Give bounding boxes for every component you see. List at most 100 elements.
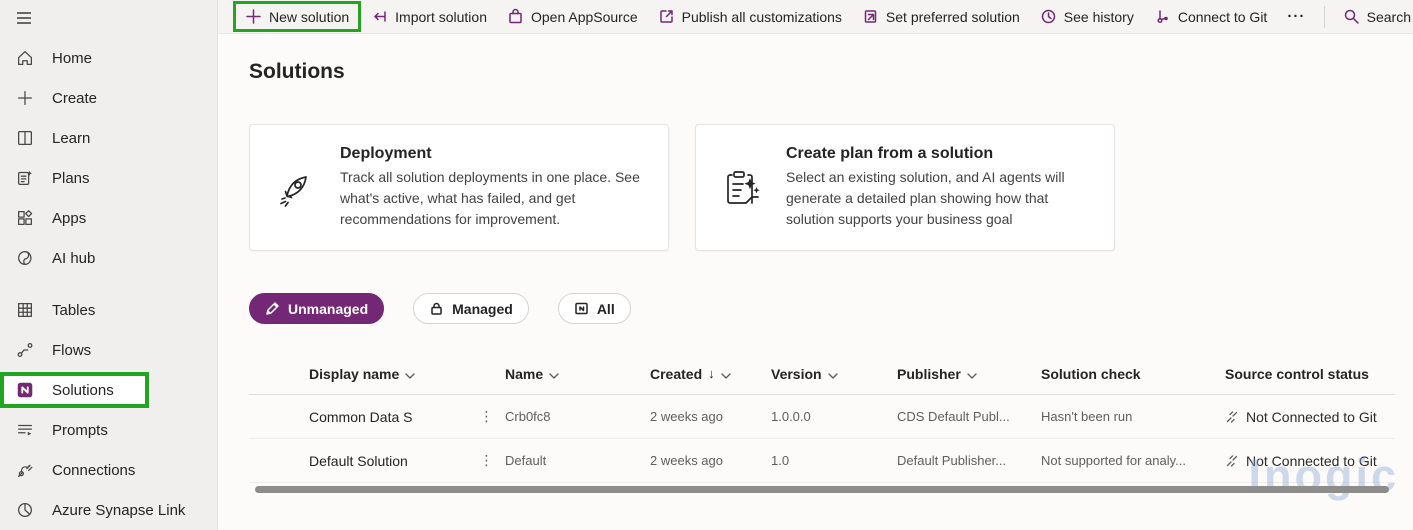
cell-source-control-status: Not Connected to Git — [1225, 409, 1395, 425]
main-content: Solutions Deployment Track all solution … — [218, 34, 1413, 530]
table-row[interactable]: Common Data S ⋮ Crb0fc8 2 weeks ago 1.0.… — [249, 395, 1395, 439]
sidebar-item-label: Plans — [52, 169, 90, 187]
card-title: Deployment — [340, 145, 432, 162]
filter-all[interactable]: All — [557, 293, 631, 324]
page-title: Solutions — [249, 60, 345, 83]
cell-version: 1.0.0.0 — [771, 409, 811, 424]
cell-name: Crb0fc8 — [505, 409, 551, 424]
filter-managed[interactable]: Managed — [413, 293, 529, 324]
sidebar-nav: Home Create Learn Plans Apps AI hub Tabl… — [0, 36, 217, 530]
connect-to-git-button[interactable]: Connect to Git — [1144, 3, 1278, 31]
sidebar-item-flows[interactable]: Flows — [0, 330, 217, 370]
card-title: Create plan from a solution — [786, 145, 994, 162]
sidebar-item-label: Flows — [52, 341, 92, 359]
column-header-name[interactable]: Name — [505, 366, 650, 382]
deployment-card[interactable]: Deployment Track all solution deployment… — [249, 124, 669, 251]
solutions-icon — [14, 379, 36, 401]
filter-unmanaged[interactable]: Unmanaged — [249, 293, 385, 324]
rocket-icon — [272, 166, 318, 210]
column-label: Created — [650, 365, 703, 382]
all-solutions-icon — [575, 302, 588, 315]
left-navigation: Home Create Learn Plans Apps AI hub Tabl… — [0, 0, 218, 530]
home-icon — [14, 47, 36, 69]
cell-solution-check: Not supported for analy... — [1041, 453, 1187, 468]
history-clock-icon — [1040, 8, 1057, 25]
card-description: Select an existing solution, and AI agen… — [786, 169, 1065, 227]
horizontal-scrollbar[interactable] — [255, 486, 1389, 493]
column-header-source-control-status: Source control status — [1225, 366, 1395, 382]
sort-descending-icon: ↓ — [708, 366, 715, 381]
card-text: Deployment Track all solution deployment… — [340, 145, 646, 230]
cell-created: 2 weeks ago — [650, 409, 723, 424]
sidebar-item-label: AI hub — [52, 249, 96, 267]
chevron-down-icon — [405, 366, 415, 382]
command-label: New solution — [269, 8, 350, 25]
card-description: Track all solution deployments in one pl… — [340, 169, 640, 227]
command-label: Open AppSource — [530, 8, 638, 25]
import-icon — [371, 8, 388, 25]
publish-all-customizations-button[interactable]: Publish all customizations — [648, 3, 852, 31]
more-commands-button[interactable]: ··· — [1277, 3, 1315, 31]
column-label: Source control status — [1225, 365, 1369, 382]
sidebar-item-azure-synapse-link[interactable]: Azure Synapse Link — [0, 490, 217, 530]
solutions-table: Display name Name Created ↓ Version Publ… — [249, 353, 1395, 483]
plans-icon — [14, 167, 36, 189]
plus-icon — [245, 8, 262, 25]
sidebar-item-prompts[interactable]: Prompts — [0, 410, 217, 450]
more-icon: ··· — [1287, 8, 1306, 25]
hamburger-menu-button[interactable] — [0, 0, 44, 36]
plus-icon — [14, 87, 36, 109]
new-solution-button[interactable]: New solution — [233, 1, 362, 32]
chevron-down-icon — [549, 366, 559, 382]
sidebar-item-label: Home — [52, 49, 93, 67]
git-branch-icon — [1154, 8, 1171, 25]
set-preferred-solution-button[interactable]: Set preferred solution — [852, 3, 1030, 31]
command-label: Publish all customizations — [681, 8, 842, 25]
connections-icon — [14, 459, 36, 481]
sidebar-item-solutions[interactable]: Solutions — [0, 372, 149, 408]
import-solution-button[interactable]: Import solution — [361, 3, 497, 31]
column-header-solution-check: Solution check — [1041, 366, 1225, 382]
sidebar-item-apps[interactable]: Apps — [0, 198, 217, 238]
chevron-down-icon — [720, 366, 731, 382]
column-label: Display name — [309, 365, 400, 382]
sidebar-item-learn[interactable]: Learn — [0, 118, 217, 158]
create-plan-card[interactable]: Create plan from a solution Select an ex… — [695, 124, 1115, 251]
sidebar-item-label: Azure Synapse Link — [52, 501, 186, 519]
filter-label: All — [596, 300, 615, 317]
inogic-watermark: Inogic — [1248, 450, 1399, 501]
sidebar-item-plans[interactable]: Plans — [0, 158, 217, 198]
sidebar-item-create[interactable]: Create — [0, 78, 217, 118]
sidebar-item-connections[interactable]: Connections — [0, 450, 217, 490]
preferred-solution-icon — [862, 8, 879, 25]
chevron-down-icon — [827, 366, 838, 382]
search-button[interactable]: Search — [1333, 3, 1413, 31]
command-label: Import solution — [395, 8, 487, 25]
sidebar-item-ai-hub[interactable]: AI hub — [0, 238, 217, 278]
table-row[interactable]: Default Solution ⋮ Default 2 weeks ago 1… — [249, 439, 1395, 483]
column-header-version[interactable]: Version — [771, 366, 897, 382]
command-label: Connect to Git — [1177, 8, 1268, 25]
row-more-options-button[interactable]: ⋮ — [468, 408, 505, 425]
cell-display-name[interactable]: Common Data S — [309, 409, 468, 425]
sidebar-item-tables[interactable]: Tables — [0, 290, 217, 330]
command-bar: New solution Import solution Open AppSou… — [218, 0, 1413, 34]
filter-label: Managed — [452, 300, 513, 317]
column-header-publisher[interactable]: Publisher — [897, 366, 1041, 382]
open-appsource-button[interactable]: Open AppSource — [497, 3, 648, 31]
feature-cards: Deployment Track all solution deployment… — [249, 124, 1115, 251]
column-header-display-name[interactable]: Display name — [309, 366, 505, 382]
table-header-row: Display name Name Created ↓ Version Publ… — [249, 353, 1395, 395]
cell-display-name[interactable]: Default Solution — [309, 453, 468, 469]
git-disconnected-icon — [1226, 410, 1238, 423]
synapse-link-icon — [14, 499, 36, 521]
row-more-options-button[interactable]: ⋮ — [468, 452, 505, 469]
column-header-created[interactable]: Created ↓ — [650, 366, 771, 382]
column-label: Version — [771, 365, 822, 382]
publish-icon — [658, 8, 675, 25]
sidebar-item-label: Learn — [52, 129, 91, 147]
see-history-button[interactable]: See history — [1030, 3, 1144, 31]
sidebar-item-home[interactable]: Home — [0, 38, 217, 78]
ai-hub-icon — [14, 247, 36, 269]
clipboard-sparkle-icon — [718, 166, 764, 210]
